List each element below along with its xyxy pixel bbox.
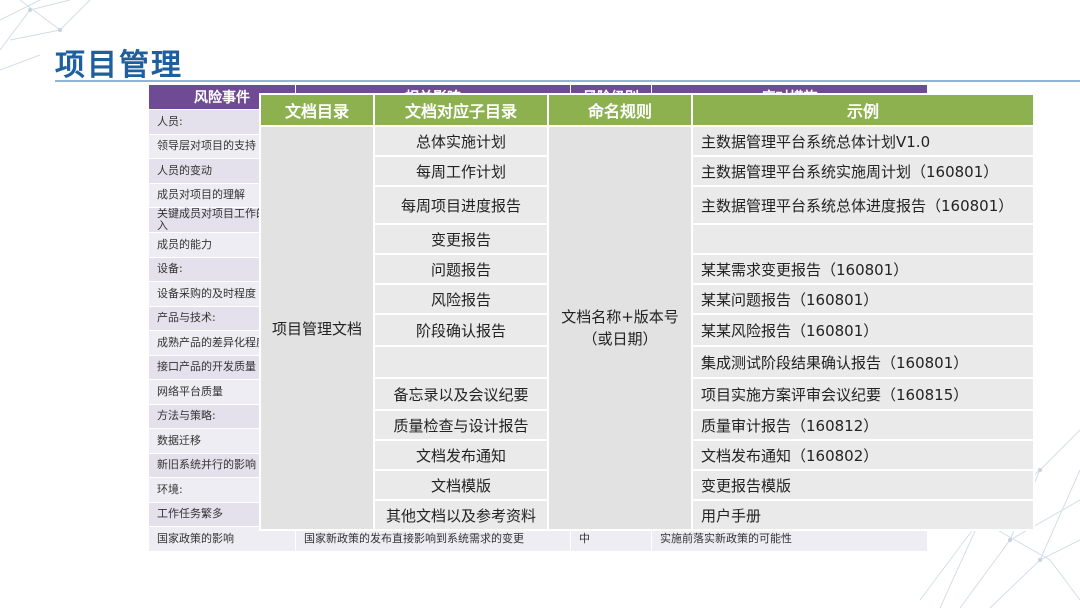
doc-example-cell: 项目实施方案评审会议纪要（160815） [691,377,1035,411]
page-title: 项目管理 [55,48,183,83]
doc-example-cell [691,223,1035,255]
doc-example-cell: 用户手册 [691,499,1035,531]
doc-subcategory-cell: 文档发布通知 [373,439,549,471]
doc-example-cell: 变更报告模版 [691,469,1035,501]
doc-example-cell: 主数据管理平台系统总体进度报告（160801） [691,185,1035,225]
title-area: 项目管理 [55,40,183,84]
doc-example-cell: 主数据管理平台系统实施周计划（160801） [691,155,1035,187]
doc-subcategory-cell: 备忘录以及会议纪要 [373,377,549,411]
doc-subcategory-cell: 总体实施计划 [373,125,549,157]
doc-row: 项目管理文档 总体实施计划 文档名称+版本号（或日期） 主数据管理平台系统总体计划V1… [259,125,1035,531]
doc-example-cell: 主数据管理平台系统总体计划V1.0 [691,125,1035,157]
doc-subcategory-cell: 阶段确认报告 [373,313,549,347]
doc-header-cell: 文档目录 [259,93,375,127]
doc-example-cell: 文档发布通知（160802） [691,439,1035,471]
doc-subcategory-cell: 每周项目进度报告 [373,185,549,225]
doc-header-row: 文档目录 文档对应子目录 命名规则 示例 [259,93,1035,127]
doc-table-body: 项目管理文档 总体实施计划 文档名称+版本号（或日期） 主数据管理平台系统总体计划V1… [259,125,1035,531]
doc-subcategory-cell: 每周工作计划 [373,155,549,187]
doc-header-cell: 示例 [691,93,1035,127]
doc-example-cell: 某某需求变更报告（160801） [691,253,1035,285]
doc-subcategory-cell: 质量检查与设计报告 [373,409,549,441]
doc-subcategory-cell: 文档模版 [373,469,549,501]
doc-subcategory-cell: 变更报告 [373,223,549,255]
doc-example-cell: 质量审计报告（160812） [691,409,1035,441]
doc-example-cell: 集成测试阶段结果确认报告（160801） [691,345,1035,379]
naming-rule-cell: 文档名称+版本号（或日期） [547,125,693,531]
doc-subcategory-cell: 风险报告 [373,283,549,315]
doc-subcategory-cell: 其他文档以及参考资料 [373,499,549,531]
title-divider [55,80,1080,82]
doc-header-cell: 文档对应子目录 [373,93,549,127]
doc-header-cell: 命名规则 [547,93,693,127]
doc-category-cell: 项目管理文档 [259,125,375,531]
doc-example-cell: 某某风险报告（160801） [691,313,1035,347]
doc-subcategory-cell [373,345,549,379]
document-table: 文档目录 文档对应子目录 命名规则 示例 项目管理文档 总体实施计划 文档名称+版本… [259,93,1035,531]
doc-example-cell: 某某问题报告（160801） [691,283,1035,315]
doc-subcategory-cell: 问题报告 [373,253,549,285]
